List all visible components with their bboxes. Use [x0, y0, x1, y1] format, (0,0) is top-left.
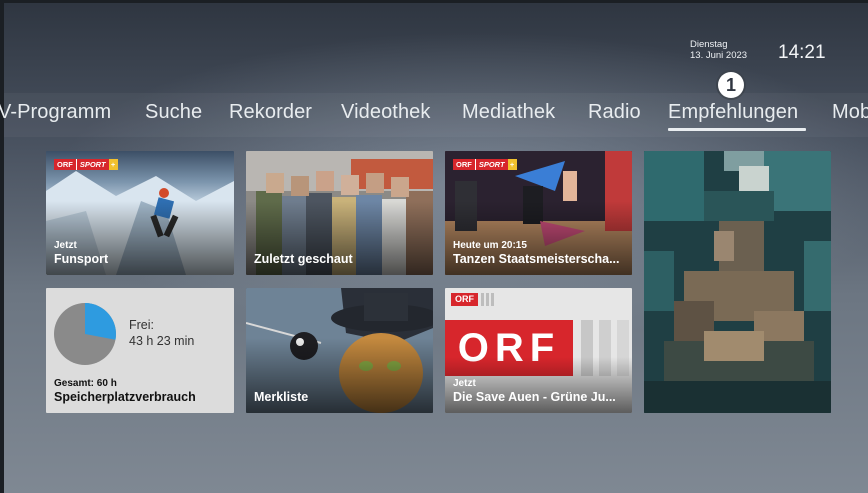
tile-zuletzt-geschaut[interactable]: Zuletzt geschaut [246, 151, 433, 275]
tile-title: Speicherplatzverbrauch [54, 390, 196, 404]
main-nav: V-Programm Suche Rekorder Videothek Medi… [0, 101, 868, 131]
tile-caption: Jetzt Funsport [54, 240, 228, 267]
storage-used-slice [85, 303, 117, 340]
sport-logo-text: SPORT [75, 159, 109, 170]
tile-caption: Jetzt Die Save Auen - Grüne Ju... [453, 378, 626, 405]
tile-title: Die Save Auen - Grüne Ju... [453, 390, 616, 404]
orf3-bar [481, 293, 484, 306]
orf-logo-text: ORF [453, 159, 475, 170]
tile-label: Jetzt [54, 240, 77, 251]
screen-frame-top [0, 0, 868, 3]
nav-item-mobil[interactable]: Mob [832, 101, 868, 124]
plus-icon: + [108, 159, 118, 170]
date-display: Dienstag 13. Juni 2023 [690, 39, 747, 61]
tile-title: Funsport [54, 252, 109, 266]
tile-orf-iii[interactable]: ORF ORF Jetzt Die Save Auen - Grüne Ju..… [445, 288, 632, 413]
orf-sport-logo: ORF SPORT + [54, 159, 118, 170]
orf-sport-logo: ORF SPORT + [453, 159, 517, 170]
date-text: 13. Juni 2023 [690, 50, 748, 61]
tile-merkliste[interactable]: Merkliste [246, 288, 433, 413]
nav-item-suche[interactable]: Suche [145, 101, 202, 124]
tile-caption: Gesamt: 60 h Speicherplatzverbrauch [54, 378, 228, 405]
tile-label: Jetzt [453, 378, 476, 389]
pixelated-poster-image [644, 151, 831, 413]
orf-logo-text: ORF [54, 159, 76, 170]
tile-caption: Heute um 20:15 Tanzen Staatsmeisterscha.… [453, 240, 626, 267]
nav-item-mediathek[interactable]: Mediathek [462, 101, 555, 124]
storage-total: Gesamt: 60 h [54, 378, 117, 389]
tile-caption: Zuletzt geschaut [254, 252, 427, 267]
sport-logo-text: SPORT [474, 159, 508, 170]
tile-tanzen[interactable]: ORF SPORT + Heute um 20:15 Tanzen Staats… [445, 151, 632, 275]
tv-home-screen: Dienstag 13. Juni 2023 14:21 1 V-Program… [0, 0, 868, 493]
tile-title: Tanzen Staatsmeisterscha... [453, 252, 620, 266]
orf3-bar [486, 293, 489, 306]
time-display: 14:21 [778, 42, 826, 63]
nav-item-radio[interactable]: Radio [588, 101, 641, 124]
tile-speicherplatz[interactable]: Frei: 43 h 23 min Gesamt: 60 h Speicherp… [46, 288, 234, 413]
plus-icon: + [507, 159, 517, 170]
tile-title: Merkliste [254, 390, 309, 404]
nav-item-videothek[interactable]: Videothek [341, 101, 431, 124]
nav-item-rekorder[interactable]: Rekorder [229, 101, 312, 124]
tile-funsport[interactable]: ORF SPORT + Jetzt Funsport [46, 151, 234, 275]
screen-frame-left [0, 0, 4, 493]
orf3-bar [491, 293, 494, 306]
storage-free-value: 43 h 23 min [129, 334, 195, 348]
orf-logo-text: ORF [451, 293, 478, 306]
tile-label: Heute um 20:15 [453, 240, 527, 251]
nav-active-indicator [668, 128, 806, 131]
orf3-small-logo: ORF [451, 293, 494, 306]
tile-title: Zuletzt geschaut [254, 252, 353, 266]
nav-item-tv-programm[interactable]: V-Programm [0, 101, 111, 124]
tile-caption: Merkliste [254, 390, 427, 405]
nav-item-empfehlungen[interactable]: Empfehlungen [668, 101, 798, 124]
tile-poster-recommendation[interactable] [644, 151, 831, 413]
storage-free-label: Frei: [129, 318, 154, 332]
weekday-text: Dienstag [690, 39, 728, 50]
